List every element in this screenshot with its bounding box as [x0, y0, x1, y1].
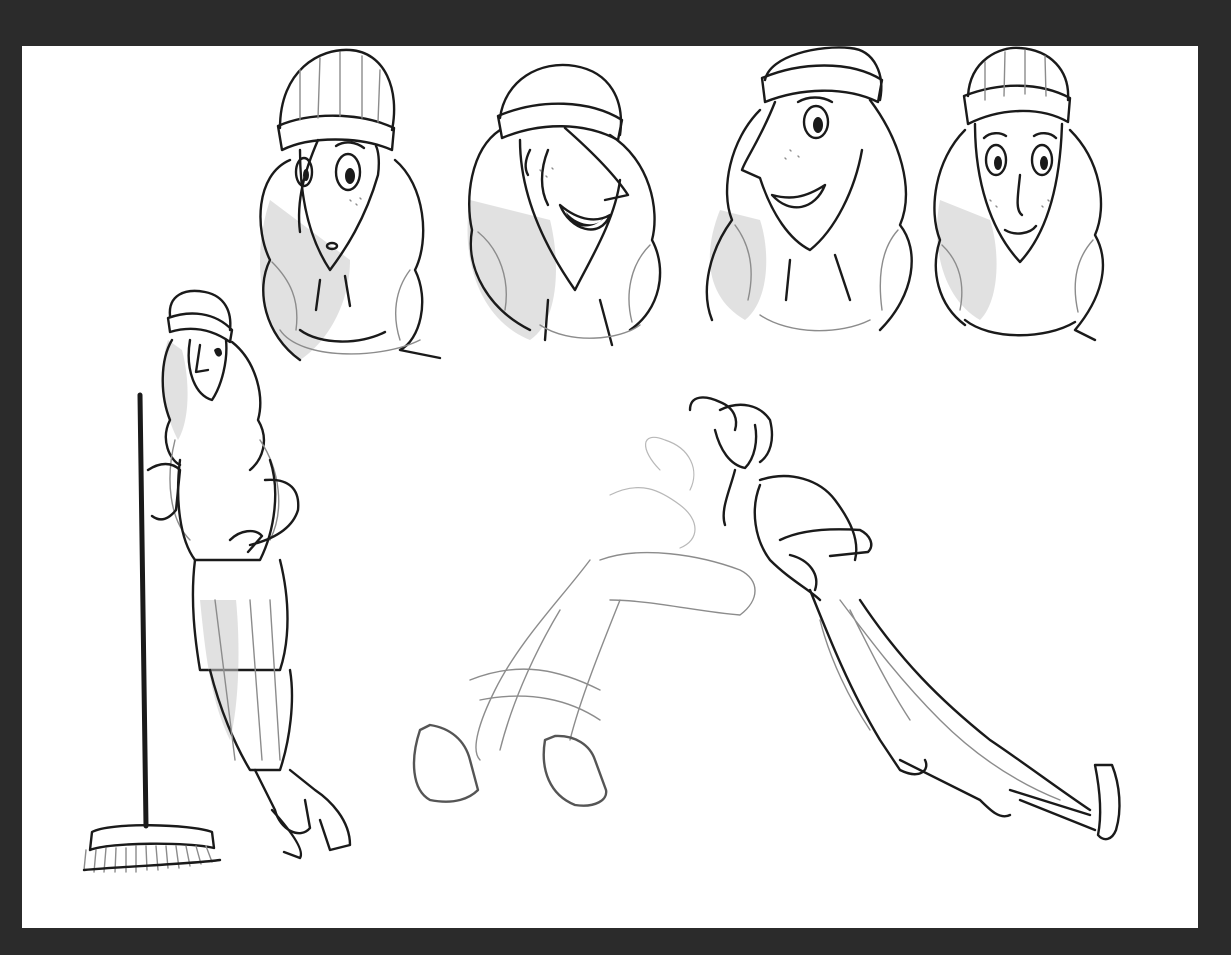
canvas-viewport [0, 0, 1231, 955]
figures-dancing-pair [412, 396, 1121, 841]
head-sad [259, 48, 442, 362]
sketch-drawing [82, 46, 1121, 873]
figure-leaning-on-broom [82, 289, 352, 873]
head-laughing [467, 63, 662, 347]
head-smirk [705, 46, 913, 332]
head-neutral [933, 46, 1105, 342]
